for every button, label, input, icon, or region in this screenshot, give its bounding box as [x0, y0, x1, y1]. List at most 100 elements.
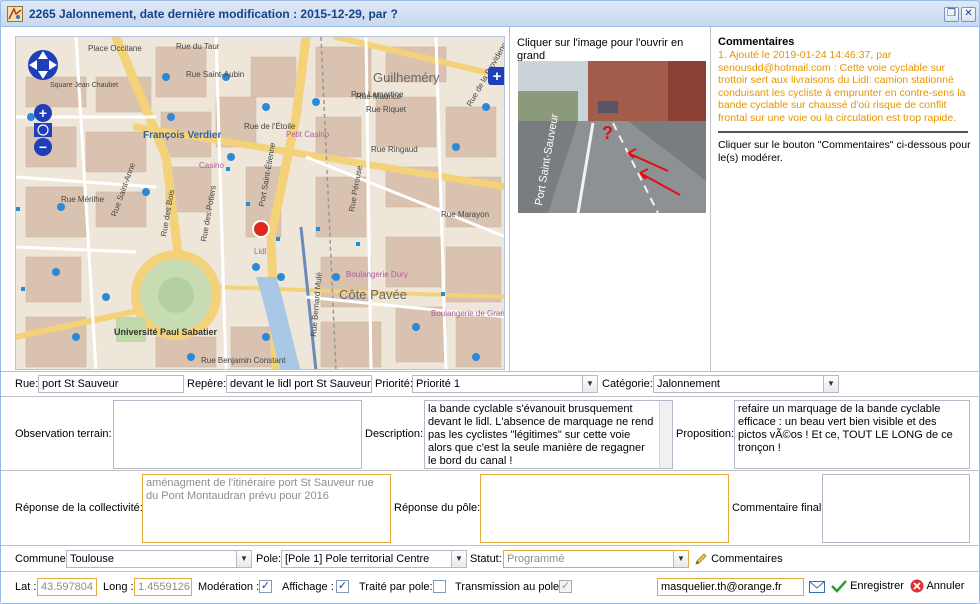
commentaire-final-label: Commentaire final:: [732, 502, 825, 514]
restore-button[interactable]: ❐: [944, 7, 959, 22]
traite-checkbox[interactable]: [433, 580, 446, 593]
zoom-in-button[interactable]: +: [34, 104, 52, 122]
categorie-select[interactable]: Jalonnement ▼: [653, 375, 839, 393]
commune-value: Toulouse: [70, 553, 115, 565]
priorite-label: Priorité:: [375, 378, 413, 390]
affichage-checkbox[interactable]: ✓: [336, 580, 349, 593]
priorite-value: Priorité 1: [416, 378, 461, 390]
map-label: François Verdier: [143, 130, 221, 141]
proposition-textarea[interactable]: refaire un marquage de la bande cyclable…: [734, 400, 970, 469]
svg-text:−: −: [39, 139, 47, 155]
repere-label: Repère:: [187, 378, 227, 390]
description-text: la bande cyclable s'évanouit brusquement…: [428, 403, 654, 467]
commentaires-button-label: Commentaires: [711, 553, 783, 565]
chevron-down-icon[interactable]: ▼: [451, 551, 466, 567]
transmission-checkbox[interactable]: ✓: [559, 580, 572, 593]
observation-row: Observation terrain: Description: la ban…: [1, 396, 979, 470]
map-label: Guilheméry: [373, 70, 440, 85]
proposition-label: Proposition:: [676, 428, 735, 440]
rue-input[interactable]: port St Sauveur: [38, 375, 184, 393]
pole-label: Pole:: [256, 553, 282, 565]
map-label: Rue Ringaud: [371, 145, 418, 154]
status-row: Lat : 43.597804 Long : 1.4559126 Modérat…: [1, 571, 979, 603]
map-label: Boulangerie Dury: [346, 270, 408, 279]
chevron-down-icon[interactable]: ▼: [673, 551, 688, 567]
statut-value: Programmé: [507, 553, 565, 565]
pan-control[interactable]: [28, 50, 58, 80]
description-textarea[interactable]: la bande cyclable s'évanouit brusquement…: [424, 400, 673, 469]
moderation-checkbox[interactable]: ✓: [259, 580, 272, 593]
categorie-label: Catégorie:: [602, 378, 653, 390]
map-label: Casino: [199, 161, 224, 170]
long-input[interactable]: 1.4559126: [134, 578, 192, 596]
traite-label: Traité par pole:: [359, 581, 433, 593]
comment-separator: [718, 131, 968, 133]
close-button[interactable]: ✕: [961, 7, 976, 22]
window-content: Guilheméry Côte Pavée François Verdier U…: [1, 27, 979, 603]
comments-panel: Commentaires 1. Ajouté le 2019-01-24 14:…: [710, 27, 979, 371]
map-label: Côte Pavée: [339, 287, 407, 302]
lat-input[interactable]: 43.597804: [37, 578, 97, 596]
photo-caption: Cliquer sur l'image pour l'ouvrir en gra…: [517, 37, 684, 62]
reponse-collectivite-label: Réponse de la collectivité:: [15, 502, 143, 514]
cancel-label: Annuler: [926, 580, 965, 592]
pole-value: [Pole 1] Pole territorial Centre: [285, 553, 430, 565]
priorite-select[interactable]: Priorité 1 ▼: [412, 375, 598, 393]
svg-text:+: +: [493, 68, 502, 85]
map-label: Rue Lamartine: [351, 90, 404, 99]
comment-entry: 1. Ajouté le 2019-01-24 14:46:37, par se…: [718, 49, 966, 124]
map-label: Place Occitane: [88, 44, 142, 53]
reponse-pole-label: Réponse du pôle:: [394, 502, 481, 514]
pole-select[interactable]: [Pole 1] Pole territorial Centre ▼: [281, 550, 467, 568]
svg-text:+: +: [39, 105, 47, 121]
street-photo[interactable]: ? Port Saint-Sauveur: [518, 61, 706, 213]
rue-label: Rue:: [15, 378, 39, 390]
save-label: Enregistrer: [850, 580, 904, 592]
commentaires-button[interactable]: Commentaires: [694, 550, 783, 568]
observation-label: Observation terrain:: [15, 428, 112, 440]
window-titlebar[interactable]: 2265 Jalonnement, date dernière modifica…: [1, 1, 979, 27]
chevron-down-icon[interactable]: ▼: [582, 376, 597, 392]
commentaire-final-textarea[interactable]: [822, 474, 970, 543]
photo-panel: Cliquer sur l'image pour l'ouvrir en gra…: [509, 27, 710, 371]
chevron-down-icon[interactable]: ▼: [823, 376, 838, 392]
window-title: 2265 Jalonnement, date dernière modifica…: [29, 7, 398, 21]
lat-label: Lat :: [15, 581, 37, 593]
save-button[interactable]: Enregistrer: [831, 577, 904, 595]
map-label: Square Jean Chaubet: [50, 82, 118, 89]
moderation-label: Modération :: [198, 581, 260, 593]
observation-textarea[interactable]: [113, 400, 362, 469]
report-window: 2265 Jalonnement, date dernière modifica…: [0, 0, 980, 604]
zoom-out-button[interactable]: −: [34, 138, 52, 156]
description-scrollbar[interactable]: [659, 401, 672, 468]
map-label: Rue Saint-Aubin: [186, 70, 244, 79]
location-row: Rue: port St Sauveur Repère: devant le l…: [1, 371, 979, 396]
reponse-collectivite-textarea[interactable]: aménagment de l'itinéraire port St Sauve…: [142, 474, 391, 543]
mail-icon[interactable]: [809, 581, 825, 593]
transmission-label: Transmission au pole: [455, 581, 560, 593]
map-label: Rue Mérilhe: [61, 195, 105, 204]
map-label: Lidl: [254, 247, 267, 256]
reponse-pole-textarea[interactable]: [480, 474, 729, 543]
email-input[interactable]: masquelier.th@orange.fr: [657, 578, 804, 596]
commune-row: Commune: Toulouse ▼ Pole: [Pole 1] Pole t…: [1, 545, 979, 571]
map-label: Rue Marayon: [441, 210, 489, 219]
map-label: Université Paul Sabatier: [114, 327, 218, 337]
map-view[interactable]: Guilheméry Côte Pavée François Verdier U…: [15, 36, 505, 370]
commune-select[interactable]: Toulouse ▼: [66, 550, 252, 568]
affichage-label: Affichage :: [282, 581, 334, 593]
categorie-value: Jalonnement: [657, 378, 720, 390]
map-label: Petit Casino: [286, 130, 330, 139]
cancel-button[interactable]: Annuler: [910, 577, 964, 595]
chevron-down-icon[interactable]: ▼: [236, 551, 251, 567]
map-label: Rue Benjamin Constant: [201, 356, 286, 365]
location-marker[interactable]: [252, 220, 270, 238]
layer-switcher-button[interactable]: +: [488, 67, 505, 85]
statut-select[interactable]: Programmé ▼: [503, 550, 689, 568]
map-canvas[interactable]: Guilheméry Côte Pavée François Verdier U…: [16, 37, 505, 370]
map-label: Boulangerie de Grande: [431, 309, 505, 318]
map-label: Rue du Taur: [176, 42, 220, 51]
repere-input[interactable]: devant le lidl port St Sauveur: [226, 375, 372, 393]
commune-label: Commune:: [15, 553, 69, 565]
pencil-icon: [695, 553, 707, 565]
